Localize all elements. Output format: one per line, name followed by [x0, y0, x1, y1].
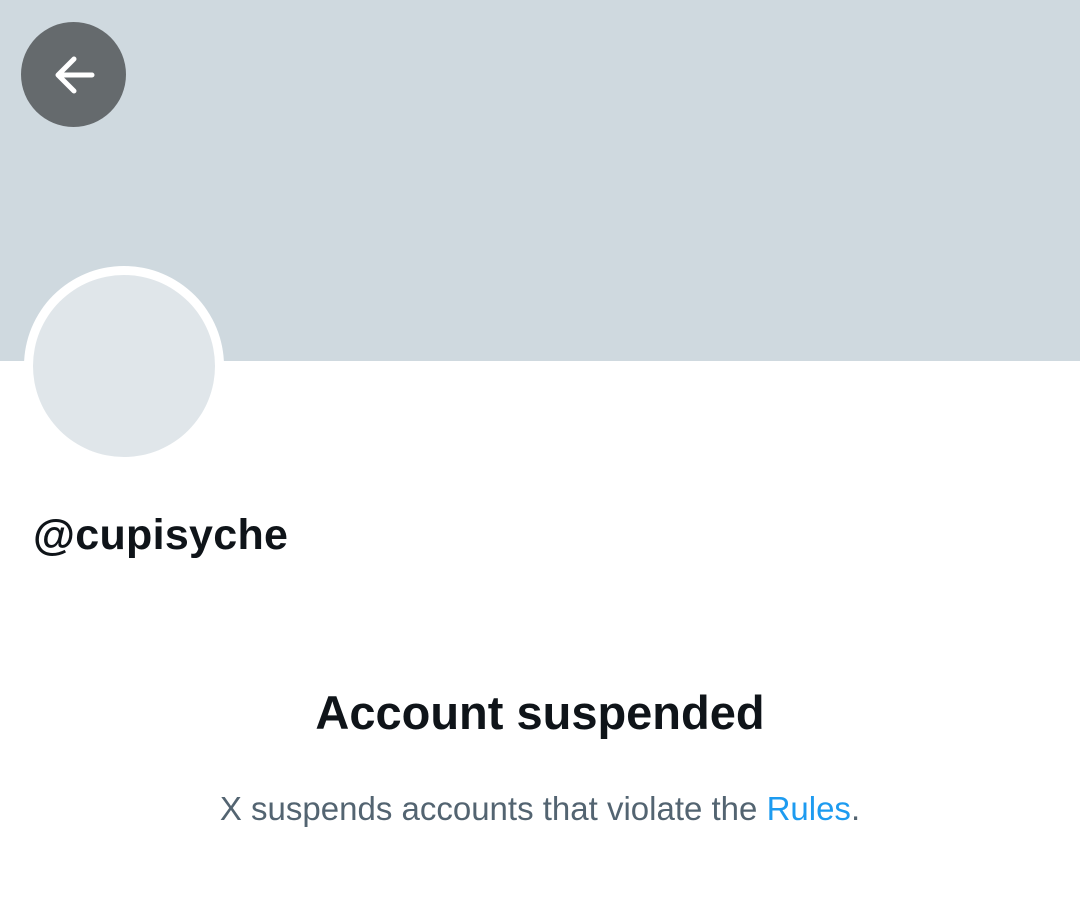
suspended-description: X suspends accounts that violate the Rul… — [0, 787, 1080, 831]
profile-handle: @cupisyche — [33, 511, 289, 559]
suspended-description-text: X suspends accounts that violate the — [219, 790, 758, 827]
arrow-left-icon — [50, 51, 98, 99]
avatar[interactable] — [33, 275, 215, 457]
suspended-title: Account suspended — [315, 686, 765, 739]
rules-link[interactable]: Rules — [767, 790, 851, 827]
description-period: . — [850, 790, 861, 827]
back-button[interactable] — [21, 22, 126, 127]
